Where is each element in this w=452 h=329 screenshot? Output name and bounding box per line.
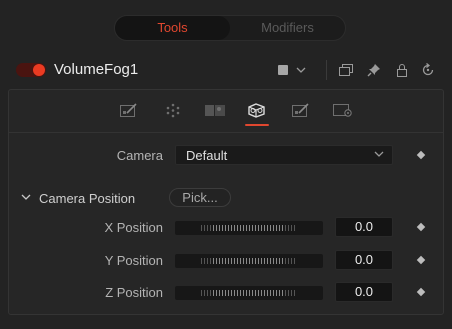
camera-dropdown[interactable]: Default bbox=[175, 145, 393, 165]
x-keyframe-button[interactable] bbox=[416, 222, 426, 232]
z-position-field[interactable]: 0.0 bbox=[335, 282, 393, 302]
pin-icon[interactable] bbox=[366, 62, 382, 78]
lock-icon[interactable] bbox=[394, 62, 410, 78]
toggle-knob bbox=[33, 64, 45, 76]
window-icon[interactable] bbox=[338, 62, 354, 78]
z-keyframe-button[interactable] bbox=[416, 287, 426, 297]
node-name: VolumeFog1 bbox=[54, 61, 139, 78]
x-position-field[interactable]: 0.0 bbox=[335, 217, 393, 237]
camera-label: Camera bbox=[116, 148, 163, 163]
tab-divider bbox=[9, 132, 443, 133]
chevron-down-icon[interactable] bbox=[294, 62, 308, 78]
y-keyframe-button[interactable] bbox=[416, 255, 426, 265]
tools-tab[interactable]: Tools bbox=[115, 16, 230, 40]
camera-keyframe-button[interactable] bbox=[416, 150, 426, 160]
camera-value: Default bbox=[186, 148, 228, 163]
x-position-slider[interactable] bbox=[175, 221, 323, 235]
z-position-label: Z Position bbox=[105, 285, 163, 300]
particles-tab-icon[interactable] bbox=[159, 98, 187, 122]
y-position-field[interactable]: 0.0 bbox=[335, 250, 393, 270]
controls2-tab-icon[interactable] bbox=[287, 98, 315, 122]
modifiers-tab[interactable]: Modifiers bbox=[230, 16, 345, 40]
inspector-window: Tools Modifiers VolumeFog1 Camera Defaul… bbox=[0, 0, 452, 329]
y-position-label: Y Position bbox=[104, 253, 163, 268]
camera-3d-tab-icon[interactable] bbox=[243, 98, 271, 126]
chevron-down-icon bbox=[374, 147, 384, 164]
pick-button[interactable]: Pick... bbox=[169, 188, 231, 207]
inspector-tab-bar bbox=[109, 98, 369, 126]
image-tab-icon[interactable] bbox=[201, 98, 229, 122]
color-swatch-icon[interactable] bbox=[276, 62, 290, 78]
header-divider bbox=[326, 60, 327, 80]
chevron-down-icon[interactable] bbox=[21, 190, 31, 207]
reset-icon[interactable] bbox=[420, 62, 436, 78]
y-position-slider[interactable] bbox=[175, 254, 323, 268]
node-enable-toggle[interactable] bbox=[16, 63, 46, 77]
inspector-panel: Camera Default Camera Position Pick... X… bbox=[8, 89, 444, 315]
inspector-mode-switch: Tools Modifiers bbox=[114, 15, 346, 41]
x-position-label: X Position bbox=[104, 220, 163, 235]
section-title: Camera Position bbox=[39, 191, 136, 206]
controls-tab-icon[interactable] bbox=[115, 98, 143, 122]
z-position-slider[interactable] bbox=[175, 286, 323, 300]
node-header: VolumeFog1 bbox=[8, 56, 444, 84]
settings-tab-icon[interactable] bbox=[329, 98, 357, 122]
